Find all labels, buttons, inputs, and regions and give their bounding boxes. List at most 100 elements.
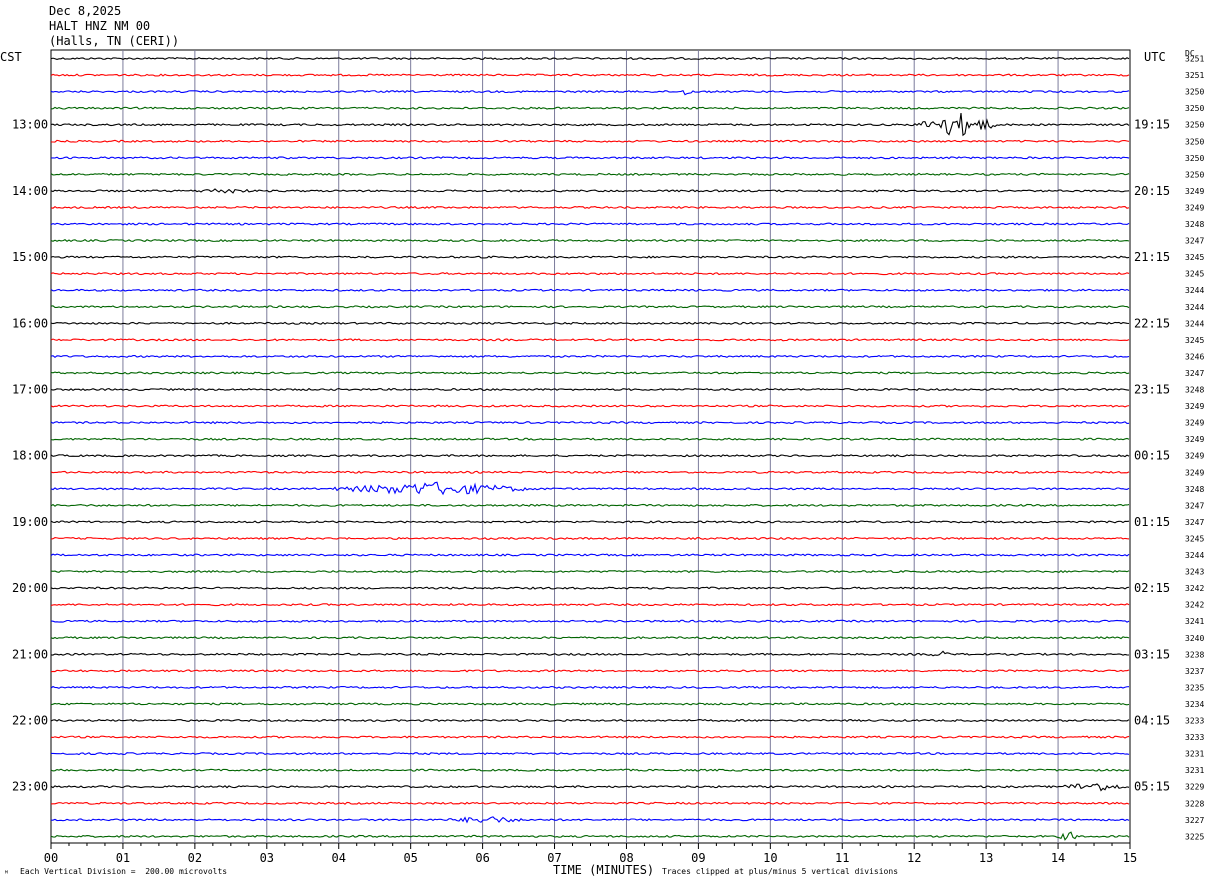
dc-offset-label: 3234 [1185,700,1204,709]
cst-hour-label: 16:00 [12,316,48,330]
dc-offset-label: 3241 [1185,617,1204,626]
cst-hour-label: 17:00 [12,383,48,397]
seismic-trace [50,222,1130,226]
dc-offset-label: 3247 [1185,501,1204,510]
seismic-trace [51,816,1130,824]
utc-hour-label: 05:15 [1134,780,1170,794]
seismic-trace [50,503,1130,507]
dc-offset-label: 3246 [1185,352,1204,361]
dc-offset-label: 3237 [1185,667,1204,676]
dc-offset-label: 3242 [1185,601,1204,610]
utc-hour-label: 22:15 [1134,316,1170,330]
seismic-trace [50,470,1130,474]
seismic-trace [50,139,1130,143]
x-tick-label: 12 [907,851,921,865]
seismic-trace [50,520,1130,524]
seismic-trace [50,536,1130,541]
dc-offset-label: 3250 [1185,154,1204,163]
seismic-trace [50,619,1130,623]
dc-offset-label: 3249 [1185,402,1204,411]
seismic-trace [50,650,1130,657]
dc-offset-label: 3247 [1185,237,1204,246]
utc-hour-label: 03:15 [1134,647,1170,661]
seismic-trace [50,685,1130,690]
dc-offset-label: 3238 [1185,650,1204,659]
x-tick-label: 14 [1051,851,1065,865]
seismic-trace [50,288,1130,292]
dc-offset-label: 3249 [1185,468,1204,477]
x-tick-label: 11 [835,851,849,865]
dc-offset-label: 3249 [1185,435,1204,444]
seismic-trace [50,113,1130,137]
seismic-trace [50,586,1130,590]
x-tick-label: 03 [260,851,274,865]
x-tick-label: 13 [979,851,993,865]
seismic-trace [50,404,1130,408]
utc-hour-label: 01:15 [1134,515,1170,529]
dc-offset-label: 3251 [1185,55,1204,64]
x-tick-label: 02 [188,851,202,865]
seismic-trace [50,106,1130,110]
dc-offset-label: 3249 [1185,187,1204,196]
utc-hour-label: 04:15 [1134,714,1170,728]
dc-offset-label: 3227 [1185,816,1204,825]
dc-offset-label: 3242 [1185,584,1204,593]
utc-hour-label: 02:15 [1134,581,1170,595]
dc-offset-label: 3233 [1185,733,1204,742]
seismic-trace [50,205,1130,210]
seismic-trace [50,636,1130,640]
dc-offset-label: 3250 [1185,88,1204,97]
x-tick-label: 15 [1123,851,1137,865]
seismic-trace [50,570,1130,574]
seismic-trace [50,354,1130,358]
utc-hour-label: 19:15 [1134,118,1170,132]
seismic-trace [50,89,1130,96]
x-tick-label: 01 [116,851,130,865]
utc-hour-label: 21:15 [1134,250,1170,264]
dc-offset-label: 3249 [1185,452,1204,461]
cst-hour-label: 22:00 [12,714,48,728]
seismic-trace [50,156,1130,160]
seismic-trace [50,387,1130,392]
seismic-trace [50,783,1130,792]
dc-offset-label: 3244 [1185,551,1204,560]
seismic-trace [50,718,1130,723]
x-tick-label: 06 [475,851,489,865]
dc-offset-label: 3250 [1185,170,1204,179]
dc-offset-label: 3245 [1185,270,1204,279]
dc-offset-label: 3245 [1185,253,1204,262]
plot-frame [50,49,1131,844]
utc-hour-label: 00:15 [1134,449,1170,463]
cst-hour-label: 20:00 [12,581,48,595]
cst-hour-label: 13:00 [12,118,48,132]
seismic-trace [50,603,1130,607]
utc-hour-label: 20:15 [1134,184,1170,198]
dc-offset-label: 3235 [1185,683,1204,692]
seismic-trace [50,437,1130,441]
seismic-trace [50,421,1130,425]
cst-hour-label: 15:00 [12,250,48,264]
seismic-trace [50,56,1130,61]
dc-offset-label: 3250 [1185,104,1204,113]
utc-hour-label: 23:15 [1134,383,1170,397]
dc-offset-label: 3250 [1185,121,1204,130]
seismic-trace [50,481,1130,496]
dc-offset-label: 3231 [1185,766,1204,775]
seismic-trace [50,735,1130,739]
cst-hour-label: 18:00 [12,449,48,463]
dc-offset-label: 3244 [1185,286,1204,295]
dc-offset-label: 3249 [1185,203,1204,212]
seismic-trace [50,321,1130,325]
x-tick-label: 05 [403,851,417,865]
seismic-trace [50,831,1130,841]
seismic-trace [50,338,1130,342]
seismic-trace [50,272,1130,276]
seismic-trace [50,73,1130,77]
cst-hour-label: 19:00 [12,515,48,529]
seismic-trace [50,454,1130,458]
dc-offset-label: 3248 [1185,386,1204,395]
cst-hour-label: 23:00 [12,780,48,794]
x-tick-label: 09 [691,851,705,865]
dc-offset-label: 3228 [1185,799,1204,808]
clip-note: Traces clipped at plus/minus 5 vertical … [662,867,899,876]
